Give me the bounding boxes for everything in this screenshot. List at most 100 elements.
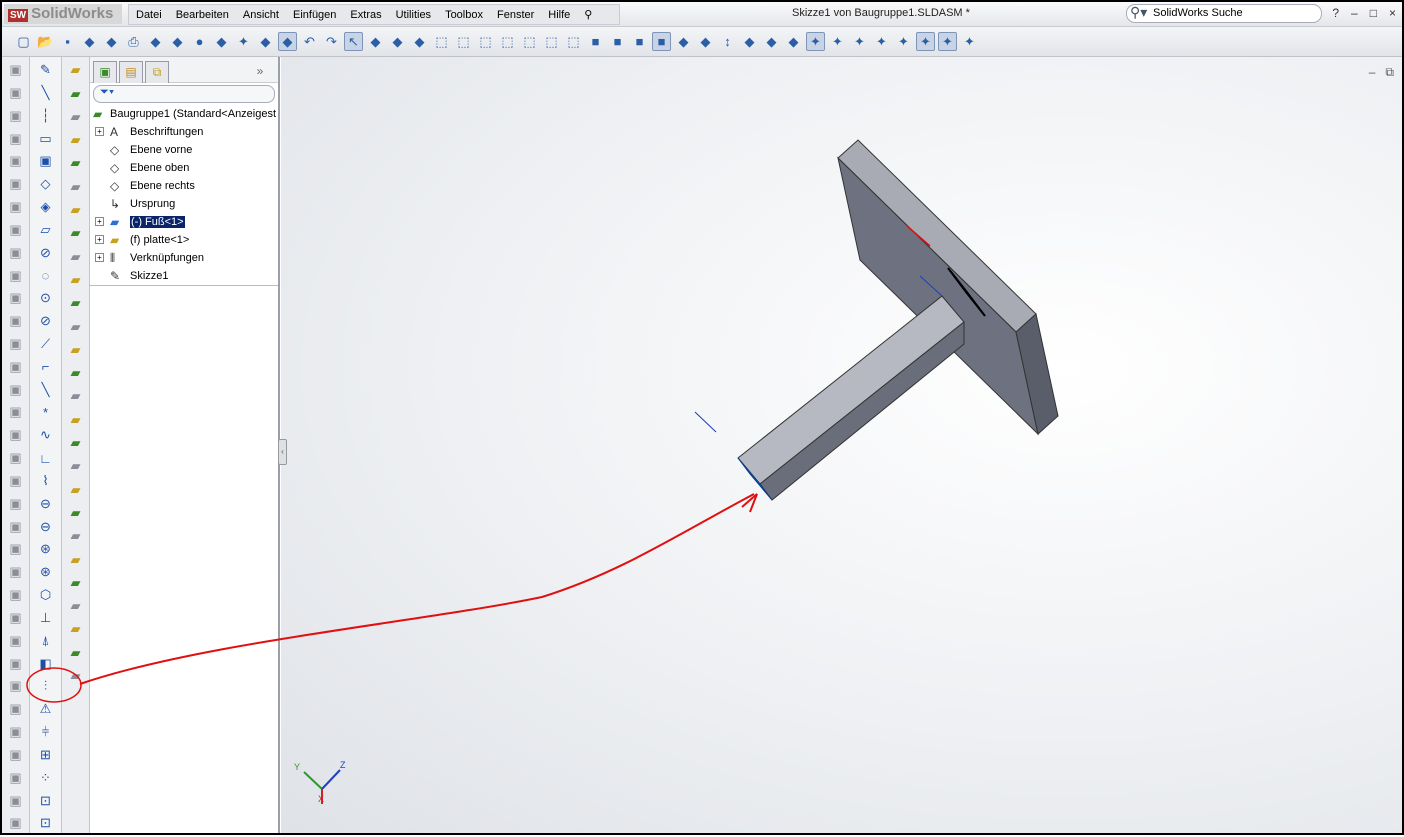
- col1-tool-icon[interactable]: ▣: [6, 631, 26, 651]
- sphere-icon[interactable]: ◆: [388, 32, 407, 51]
- col1-tool-icon[interactable]: ▣: [6, 129, 26, 149]
- col3-tool-icon[interactable]: ▰: [66, 107, 86, 127]
- sketch-7-icon[interactable]: ✦: [938, 32, 957, 51]
- col1-tool-icon[interactable]: ▣: [6, 380, 26, 400]
- box-icon[interactable]: ◆: [696, 32, 715, 51]
- tree-item[interactable]: ◇ Ebene oben: [90, 159, 278, 177]
- col3-tool-icon[interactable]: ▰: [66, 573, 86, 593]
- menu-bearbeiten[interactable]: Bearbeiten: [169, 9, 236, 21]
- col2-tool-icon[interactable]: ▱: [36, 220, 56, 240]
- feature-manager-tab-icon[interactable]: ▣: [93, 61, 117, 83]
- col2-tool-icon[interactable]: ⊘: [36, 243, 56, 263]
- col1-tool-icon[interactable]: ▣: [6, 494, 26, 514]
- shaded-active-icon[interactable]: ■: [652, 32, 671, 51]
- col2-tool-icon[interactable]: ╲: [36, 380, 56, 400]
- col1-tool-icon[interactable]: ▣: [6, 722, 26, 742]
- solidworks-logo[interactable]: SW SolidWorks: [4, 4, 122, 24]
- expand-icon[interactable]: +: [95, 217, 104, 226]
- tree-item[interactable]: ◇ Ebene vorne: [90, 141, 278, 159]
- pick-tool-icon[interactable]: ◆: [410, 32, 429, 51]
- col2-tool-icon[interactable]: ⚠: [36, 699, 56, 719]
- col1-tool-icon[interactable]: ▣: [6, 289, 26, 309]
- tree-item[interactable]: + A Beschriftungen: [90, 123, 278, 141]
- tree-item[interactable]: ◇ Ebene rechts: [90, 177, 278, 195]
- tree-item[interactable]: + ▰ (f) platte<1>: [90, 231, 278, 249]
- insert-pin-icon[interactable]: ◆: [256, 32, 275, 51]
- help-button[interactable]: ?: [1332, 6, 1339, 20]
- shaded-3-icon[interactable]: ■: [630, 32, 649, 51]
- expand-icon[interactable]: +: [95, 127, 104, 136]
- sketch-6-icon[interactable]: ✦: [916, 32, 935, 51]
- save-icon[interactable]: ▪: [58, 32, 77, 51]
- col3-tool-icon[interactable]: ▰: [66, 247, 86, 267]
- col3-tool-icon[interactable]: ▰: [66, 153, 86, 173]
- col1-tool-icon[interactable]: ▣: [6, 563, 26, 583]
- col2-tool-icon[interactable]: ⌐: [36, 357, 56, 377]
- rebuild-options-icon[interactable]: ◆: [102, 32, 121, 51]
- col2-tool-icon[interactable]: ⁘: [36, 768, 56, 788]
- tree-item[interactable]: ✎ Skizze1: [90, 267, 278, 285]
- menu-fenster[interactable]: Fenster: [490, 9, 541, 21]
- appearance-icon[interactable]: ◆: [366, 32, 385, 51]
- col3-tool-icon[interactable]: ▰: [66, 60, 86, 80]
- move-icon[interactable]: ↕: [718, 32, 737, 51]
- col1-tool-icon[interactable]: ▣: [6, 540, 26, 560]
- col1-tool-icon[interactable]: ▣: [6, 243, 26, 263]
- col3-tool-icon[interactable]: ▰: [66, 480, 86, 500]
- print-preview-grid-icon[interactable]: ◆: [80, 32, 99, 51]
- col2-tool-icon[interactable]: ┆: [36, 106, 56, 126]
- pin-icon[interactable]: ⚲: [577, 8, 599, 21]
- col2-tool-icon[interactable]: ◌: [36, 266, 56, 286]
- col1-tool-icon[interactable]: ▣: [6, 197, 26, 217]
- col2-tool-icon[interactable]: ⌇: [36, 471, 56, 491]
- col3-tool-icon[interactable]: ▰: [66, 130, 86, 150]
- col3-tool-icon[interactable]: ▰: [66, 340, 86, 360]
- col2-tool-icon[interactable]: ▣: [36, 152, 56, 172]
- menu-einfuegen[interactable]: Einfügen: [286, 9, 343, 21]
- col3-tool-icon[interactable]: ▰: [66, 619, 86, 639]
- col2-tool-icon[interactable]: ⊛: [36, 540, 56, 560]
- view-cube-7-icon[interactable]: ⬚: [564, 32, 583, 51]
- tree-filter[interactable]: ⏷▾: [93, 85, 275, 103]
- menu-utilities[interactable]: Utilities: [389, 9, 438, 21]
- col2-tool-icon[interactable]: ⫶: [36, 677, 56, 697]
- menu-toolbox[interactable]: Toolbox: [438, 9, 490, 21]
- expand-icon[interactable]: +: [95, 253, 104, 262]
- traffic-light-icon[interactable]: ●: [190, 32, 209, 51]
- panel-splitter-handle[interactable]: ‹: [278, 439, 287, 465]
- col3-tool-icon[interactable]: ▰: [66, 270, 86, 290]
- search-input[interactable]: ⚲▾ SolidWorks Suche: [1126, 4, 1322, 23]
- sketch-4-icon[interactable]: ✦: [872, 32, 891, 51]
- col2-tool-icon[interactable]: ✎: [36, 60, 56, 80]
- open-icon[interactable]: 📂: [36, 32, 55, 51]
- col2-tool-icon[interactable]: ⬡: [36, 585, 56, 605]
- col1-tool-icon[interactable]: ▣: [6, 654, 26, 674]
- col3-tool-icon[interactable]: ▰: [66, 386, 86, 406]
- col1-tool-icon[interactable]: ▣: [6, 699, 26, 719]
- col2-tool-icon[interactable]: ⟋: [36, 334, 56, 354]
- col2-tool-icon[interactable]: ⊙: [36, 289, 56, 309]
- col1-tool-icon[interactable]: ▣: [6, 106, 26, 126]
- shaded-2-icon[interactable]: ■: [608, 32, 627, 51]
- menu-ansicht[interactable]: Ansicht: [236, 9, 286, 21]
- sketch-1-icon[interactable]: ✦: [806, 32, 825, 51]
- col3-tool-icon[interactable]: ▰: [66, 503, 86, 523]
- col1-tool-icon[interactable]: ▣: [6, 174, 26, 194]
- configuration-manager-tab-icon[interactable]: ⧉: [145, 61, 169, 83]
- copy-files-icon[interactable]: ◆: [212, 32, 231, 51]
- col1-tool-icon[interactable]: ▣: [6, 60, 26, 80]
- undo-icon[interactable]: ↶: [300, 32, 319, 51]
- expand-icon[interactable]: +: [95, 235, 104, 244]
- col1-tool-icon[interactable]: ▣: [6, 220, 26, 240]
- col2-tool-icon[interactable]: ⊖: [36, 494, 56, 514]
- sketch-8-icon[interactable]: ✦: [960, 32, 979, 51]
- select-icon[interactable]: ↖: [344, 32, 363, 51]
- col2-tool-icon[interactable]: *: [36, 403, 56, 423]
- menu-hilfe[interactable]: Hilfe: [541, 9, 577, 21]
- col3-tool-icon[interactable]: ▰: [66, 200, 86, 220]
- maximize-button[interactable]: □: [1370, 6, 1377, 20]
- col3-tool-icon[interactable]: ▰: [66, 177, 86, 197]
- graphics-area[interactable]: – ⧉: [281, 57, 1402, 833]
- tree-item[interactable]: + ▰ (-) Fuß<1>: [90, 213, 278, 231]
- col1-tool-icon[interactable]: ▣: [6, 334, 26, 354]
